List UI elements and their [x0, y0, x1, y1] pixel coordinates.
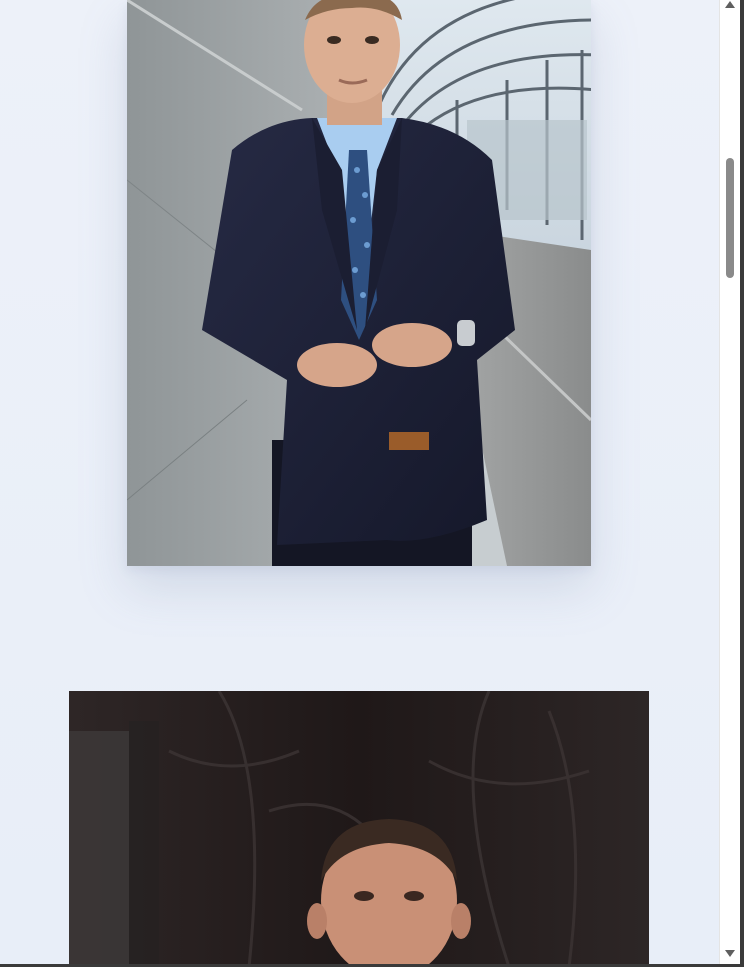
- window-frame-right: [740, 0, 744, 967]
- page-content: [0, 0, 720, 964]
- photo-suit-man: [127, 0, 591, 566]
- photo-portrait-man: [69, 691, 649, 964]
- scroll-down-arrow-icon[interactable]: [725, 950, 735, 957]
- scroll-thumb[interactable]: [726, 158, 734, 278]
- scroll-up-arrow-icon[interactable]: [725, 1, 735, 8]
- photo-card-suit-man[interactable]: [127, 0, 591, 566]
- vertical-scrollbar[interactable]: [719, 0, 740, 964]
- photo-card-portrait-man[interactable]: [69, 691, 649, 964]
